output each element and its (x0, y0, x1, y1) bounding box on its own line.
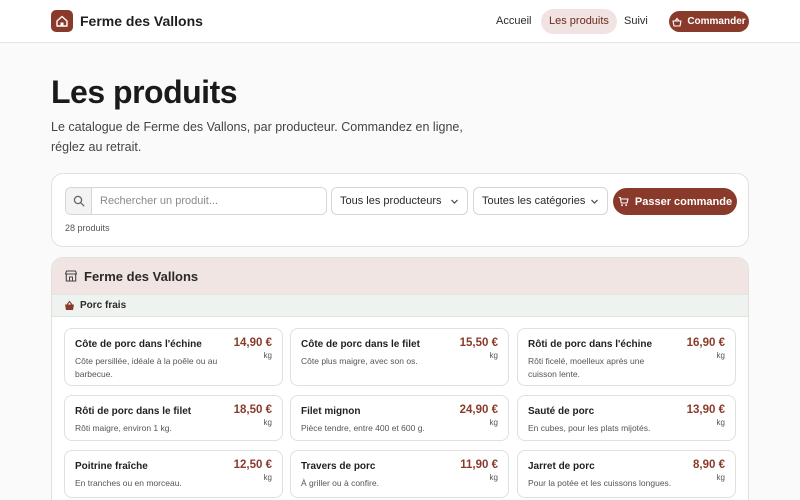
product-unit: kg (716, 351, 725, 360)
category-name: Porc frais (80, 300, 127, 311)
cart-icon (618, 196, 629, 207)
basket-icon (672, 17, 682, 27)
product-description: Pièce tendre, entre 400 et 600 g. (301, 423, 425, 433)
nav-accueil[interactable]: Accueil (488, 9, 539, 34)
product-card[interactable]: Sauté de porc En cubes, pour les plats m… (517, 395, 736, 441)
commander-button[interactable]: Commander (669, 11, 749, 32)
product-name: Poitrine fraîche (75, 461, 148, 472)
basket-icon (64, 300, 75, 311)
chevron-down-icon (590, 197, 599, 206)
product-unit: kg (263, 473, 272, 482)
filter-panel: Tous les producteurs Toutes les catégori… (51, 173, 749, 247)
product-card[interactable]: Travers de porc À griller ou à confire. … (290, 450, 509, 498)
product-description: Rôti maigre, environ 1 kg. (75, 423, 172, 433)
product-name: Côte de porc dans le filet (301, 339, 420, 350)
product-price: 15,50 € (459, 337, 498, 349)
product-price: 8,90 € (693, 459, 725, 471)
category-header: Porc frais (52, 294, 748, 317)
brand-name: Ferme des Vallons (80, 13, 203, 29)
product-name: Travers de porc (301, 461, 376, 472)
producer-section: Ferme des Vallons Porc frais Côte de por… (51, 257, 749, 500)
product-price: 12,50 € (233, 459, 272, 471)
farm-house-icon (51, 10, 73, 32)
page-intro: Le catalogue de Ferme des Vallons, par p… (51, 120, 463, 154)
product-card[interactable]: Côte de porc dans l'échine Côte persillé… (64, 328, 283, 386)
product-price: 13,90 € (686, 404, 725, 416)
product-name: Jarret de porc (528, 461, 595, 472)
product-unit: kg (716, 473, 725, 482)
product-unit: kg (489, 351, 498, 360)
product-card[interactable]: Rôti de porc dans l'échine Rôti ficelé, … (517, 328, 736, 386)
passer-commande-label: Passer commande (634, 195, 733, 208)
product-price: 11,90 € (460, 459, 498, 471)
producer-name: Ferme des Vallons (84, 268, 199, 284)
product-card[interactable]: Rôti de porc dans le filet Rôti maigre, … (64, 395, 283, 441)
category-select[interactable]: Toutes les catégories (473, 187, 608, 215)
product-card[interactable]: Poitrine fraîche En tranches ou en morce… (64, 450, 283, 498)
product-card[interactable]: Côte de porc dans le filet Côte plus mai… (290, 328, 509, 386)
product-name: Rôti de porc dans l'échine (528, 339, 653, 350)
product-description: Côte plus maigre, avec son os. (301, 356, 418, 366)
product-name: Côte de porc dans l'échine (75, 339, 202, 350)
product-price: 14,90 € (233, 337, 272, 349)
product-count: 28 produits (65, 223, 110, 233)
product-price: 18,50 € (233, 404, 272, 416)
commander-label: Commander (687, 16, 746, 27)
product-description: Rôti ficelé, moelleux après une cuisson … (528, 356, 645, 379)
product-card[interactable]: Jarret de porc Pour la potée et les cuis… (517, 450, 736, 498)
product-name: Filet mignon (301, 406, 361, 417)
product-description: Pour la potée et les cuissons longues. (528, 478, 672, 488)
search-icon (66, 188, 92, 214)
product-unit: kg (263, 418, 272, 427)
product-description: En cubes, pour les plats mijotés. (528, 423, 651, 433)
producer-select[interactable]: Tous les producteurs (331, 187, 468, 215)
product-description: À griller ou à confire. (301, 478, 379, 488)
nav-suivi[interactable]: Suivi (616, 9, 656, 34)
category-select-value: Toutes les catégories (482, 195, 586, 207)
product-name: Sauté de porc (528, 406, 595, 417)
product-price: 16,90 € (686, 337, 725, 349)
passer-commande-button[interactable]: Passer commande (613, 188, 737, 215)
product-price: 24,90 € (459, 404, 498, 416)
search-box (65, 187, 327, 215)
chevron-down-icon (450, 197, 459, 206)
product-description: Côte persillée, idéale à la poêle ou au … (75, 356, 218, 379)
producer-select-value: Tous les producteurs (340, 195, 442, 207)
brand-link[interactable]: Ferme des Vallons (51, 10, 203, 32)
product-name: Rôti de porc dans le filet (75, 406, 192, 417)
producer-header: Ferme des Vallons (52, 258, 748, 294)
top-bar: Ferme des Vallons Accueil Les produits S… (0, 0, 800, 43)
product-description: En tranches ou en morceau. (75, 478, 182, 488)
product-unit: kg (489, 418, 498, 427)
product-card[interactable]: Filet mignon Pièce tendre, entre 400 et … (290, 395, 509, 441)
product-unit: kg (263, 351, 272, 360)
storefront-icon (64, 269, 78, 283)
page-title: Les produits (51, 74, 238, 110)
search-input[interactable] (92, 188, 326, 214)
nav-les-produits[interactable]: Les produits (541, 9, 617, 34)
product-unit: kg (489, 473, 498, 482)
product-unit: kg (716, 418, 725, 427)
